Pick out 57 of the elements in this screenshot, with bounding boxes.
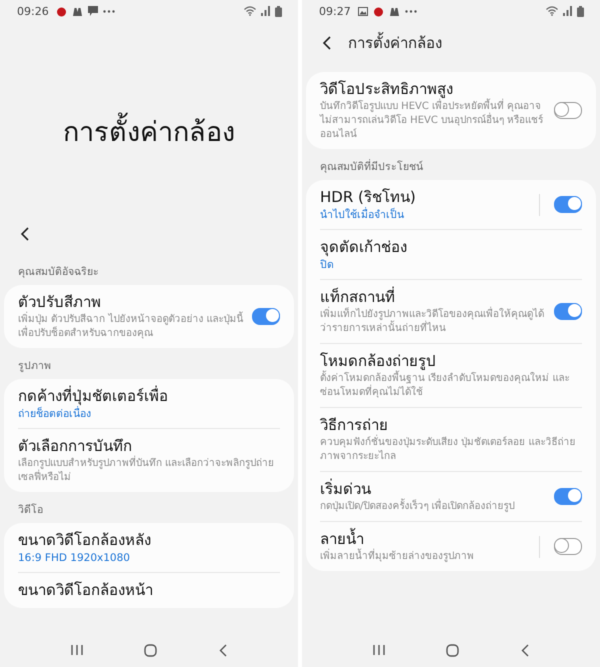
home-icon[interactable] xyxy=(446,644,460,656)
setting-value: ถ่ายช็อตต่อเนื่อง xyxy=(18,407,92,421)
toggle-switch[interactable] xyxy=(554,303,582,320)
section-header: รูปภาพ xyxy=(17,359,52,374)
toggle-switch[interactable] xyxy=(252,308,280,325)
setting-title[interactable]: เริ่มด่วน xyxy=(320,479,546,500)
section-header: วิดีโอ xyxy=(17,502,44,518)
setting-title[interactable]: ตัวเลือกการบันทึก xyxy=(18,436,280,457)
setting-title[interactable]: ตัวปรับสีภาพ xyxy=(18,292,244,313)
battery-icon xyxy=(275,6,282,16)
message-icon xyxy=(88,6,98,16)
recents-icon[interactable] xyxy=(70,644,83,656)
wifi-icon xyxy=(244,6,256,16)
toggle-switch[interactable] xyxy=(554,538,582,555)
setting-value: 16:9 FHD 1920x1080 xyxy=(18,551,131,565)
setting-description: ตั้งค่าโหมดกล้องพื้นฐาน เรียงลำดับโหมดของคุณใหม่ และซ่อนโหมดที่คุณไม่ได้ใช้ xyxy=(320,372,582,400)
setting-value: นำไปใช้เมื่อจำเป็น xyxy=(320,208,405,222)
image-icon xyxy=(358,6,368,16)
back-icon[interactable] xyxy=(521,644,530,656)
status-time: 09:27 xyxy=(319,4,351,18)
page-title: การตั้งค่ากล้อง xyxy=(63,110,235,153)
setting-description: เพิ่มปุ่ม ตัวปรับสีฉาก ไปยังหน้าจอดูตัวอย่าง และปุ่มนี้เพื่อปรับช็อตสำหรับฉากของคุณ xyxy=(18,313,244,341)
setting-title[interactable]: ขนาดวิดีโอกล้องหน้า xyxy=(18,580,280,601)
setting-title[interactable]: จุดตัดเก้าช่อง xyxy=(320,237,582,258)
setting-title[interactable]: ลายน้ำ xyxy=(320,529,531,550)
setting-description: เลือกรูปแบบสำหรับรูปภาพที่บันทึก และเลือกว่าจะพลิกรูปถ่ายเซลฟี่หรือไม่ xyxy=(18,457,280,485)
wifi-icon xyxy=(546,6,558,16)
setting-title[interactable]: กดค้างที่ปุ่มชัตเตอร์เพื่อ xyxy=(18,386,280,407)
signal-icon xyxy=(563,6,572,16)
toggle-switch[interactable] xyxy=(554,488,582,505)
section-header: คุณสมบัติที่มีประโยชน์ xyxy=(319,158,424,175)
section-header: คุณสมบัติอัจฉริยะ xyxy=(17,265,100,280)
back-icon[interactable] xyxy=(219,644,228,656)
setting-description: ควบคุมฟังก์ชั่นของปุ่มระดับเสียง ปุ่มชัตเตอร์ลอย และวิธีถ่ายภาพจากระยะไกล xyxy=(320,436,582,464)
setting-value: ปิด xyxy=(320,258,335,272)
home-icon[interactable] xyxy=(144,644,158,656)
setting-description: เพิ่มลายน้ำที่มุมซ้ายล่างของรูปภาพ xyxy=(320,550,531,564)
setting-description: กดปุ่มเปิด/ปิดสองครั้งเร็วๆ เพื่อเปิดกล้องถ่ายรูป xyxy=(320,500,546,514)
setting-description: เพิ่มแท็กไปยังรูปภาพและวิดีโอของคุณเพื่อให้คุณดูได้ว่ารายการเหล่านั้นถ่ายที่ไหน xyxy=(320,308,546,336)
toggle-switch[interactable] xyxy=(554,196,582,213)
toggle-switch[interactable] xyxy=(554,102,582,119)
page-title: การตั้งค่ากล้อง xyxy=(348,31,442,54)
recents-icon[interactable] xyxy=(372,644,385,656)
bug-icon xyxy=(372,6,384,16)
more-icon xyxy=(404,10,417,12)
setting-title[interactable]: ขนาดวิดีโอกล้องหลัง xyxy=(18,530,280,551)
signal-icon xyxy=(261,6,270,16)
setting-title[interactable]: โหมดกล้องถ่ายรูป xyxy=(320,351,582,372)
battery-icon xyxy=(577,6,584,16)
setting-description: บันทึกวิดีโอรูปแบบ HEVC เพื่อประหยัดพื้นที่ คุณอาจไม่สามารถเล่นวิดีโอ HEVC บนอุปกรณ์อื่นๆ หรือแชร์ออนไลน์ xyxy=(320,100,546,142)
status-time: 09:26 xyxy=(17,4,49,18)
setting-title[interactable]: HDR (ริชโทน) xyxy=(320,187,531,208)
setting-title[interactable]: วิดีโอประสิทธิภาพสูง xyxy=(320,79,546,100)
bug-icon xyxy=(56,6,67,16)
setting-title[interactable]: แท็กสถานที่ xyxy=(320,287,546,308)
more-icon xyxy=(102,10,115,12)
setting-title[interactable]: วิธีการถ่าย xyxy=(320,415,582,436)
